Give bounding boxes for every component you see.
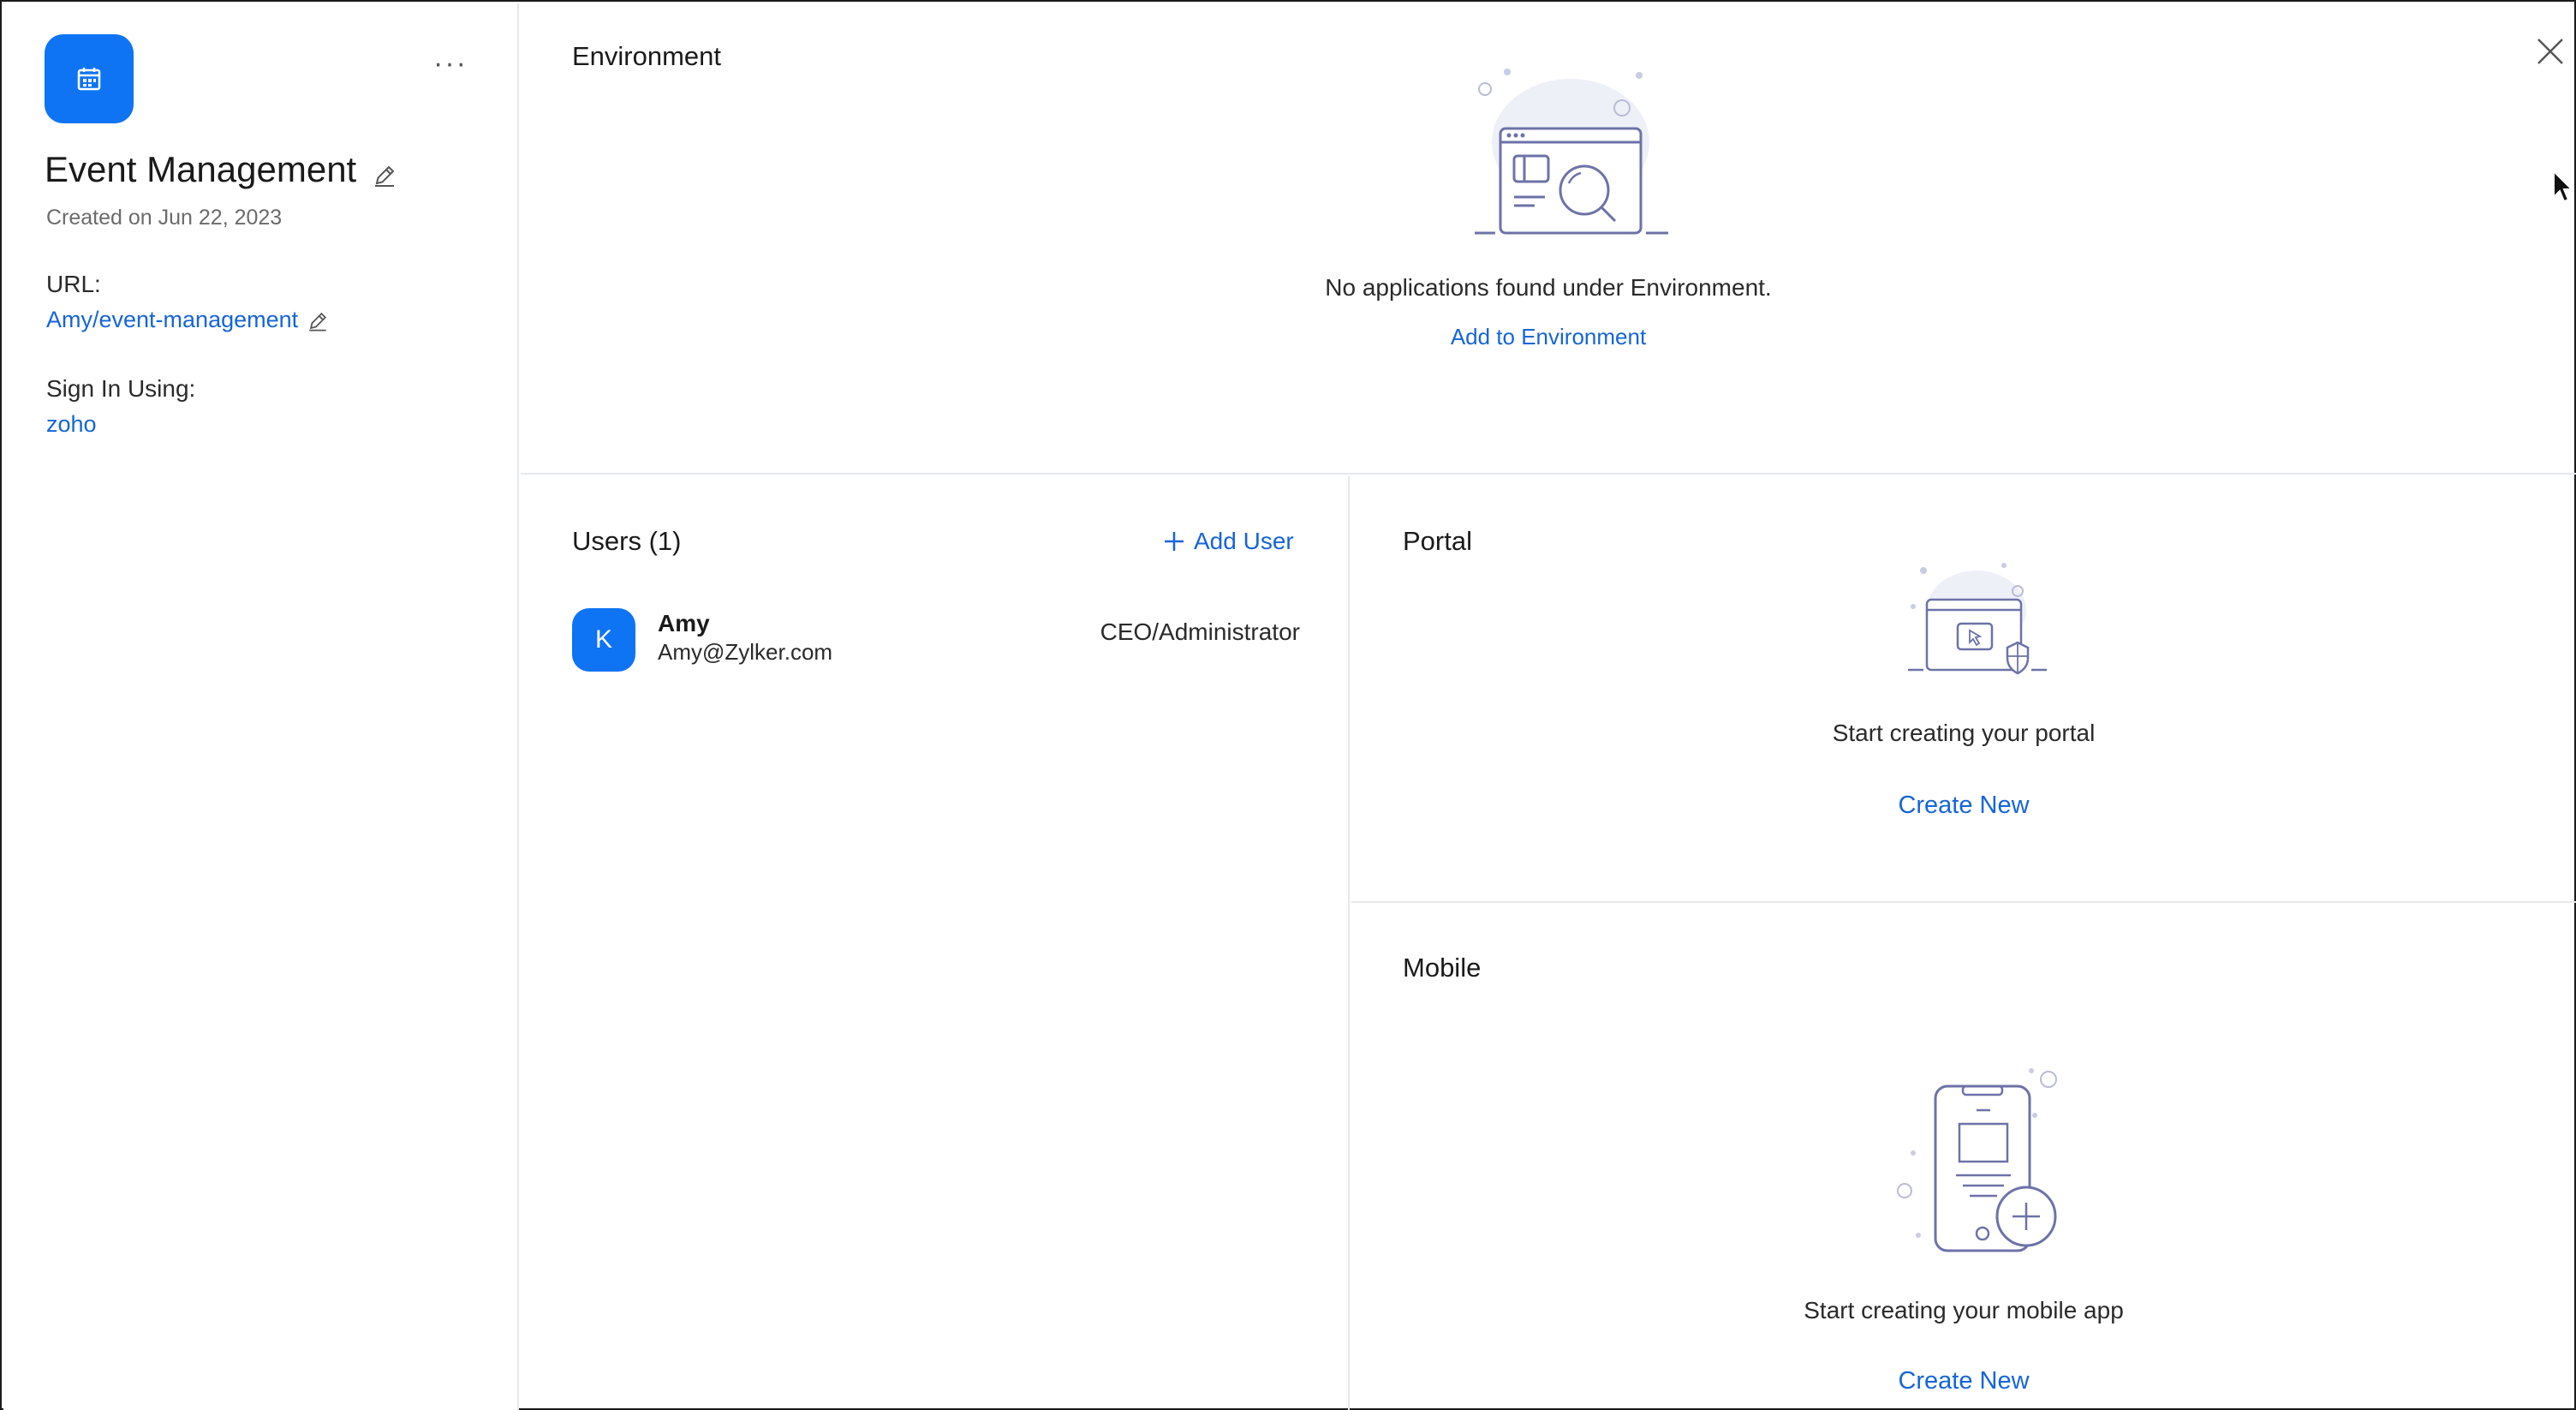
environment-section: Environment No applications found under … <box>521 3 2576 475</box>
more-options-button[interactable]: ··· <box>432 47 469 80</box>
avatar: K <box>572 608 635 672</box>
search-window-illustration-icon <box>1475 69 1668 235</box>
add-user-label: Add User <box>1194 528 1294 554</box>
calendar-icon <box>77 68 101 91</box>
mobile-title: Mobile <box>1403 953 1482 983</box>
url-label: URL: <box>46 271 101 297</box>
mobile-section: Mobile Start creating your mobile app Cr… <box>1351 905 2576 1410</box>
portal-create-wrap: Create New <box>1351 792 2576 820</box>
app-url-link[interactable]: Amy/event-management <box>46 307 298 333</box>
user-name: Amy <box>658 610 710 636</box>
users-title: Users (1) <box>572 526 682 556</box>
portal-illustration-icon <box>1908 563 2047 675</box>
users-section: Users (1) Add User K Amy Amy@Zylker.com … <box>521 476 1350 1410</box>
edit-url-pencil-icon[interactable] <box>305 308 331 334</box>
mobile-create-new-link[interactable]: Create New <box>1898 1367 2029 1395</box>
portal-title: Portal <box>1403 526 1472 556</box>
portal-section: Portal Start creating your portal Create… <box>1351 476 2576 903</box>
plus-icon <box>1165 532 1184 551</box>
app-details-panel: ··· Event Management Created on Jun 22, … <box>0 0 2576 1410</box>
add-to-environment-wrap: Add to Environment <box>521 324 2576 350</box>
portal-empty-message: Start creating your portal <box>1832 720 2096 746</box>
user-row[interactable]: K Amy Amy@Zylker.com CEO/Administrator <box>572 605 1300 673</box>
add-to-environment-link[interactable]: Add to Environment <box>1451 324 1646 350</box>
portal-create-new-link[interactable]: Create New <box>1898 792 2029 819</box>
mobile-app-illustration-icon <box>1897 1068 2057 1252</box>
mobile-empty-message: Start creating your mobile app <box>1804 1297 2124 1323</box>
sidebar: ··· Event Management Created on Jun 22, … <box>3 3 519 1410</box>
add-user-button[interactable]: Add User <box>1163 524 1294 559</box>
edit-title-pencil-icon[interactable] <box>370 161 399 190</box>
signin-method-link[interactable]: zoho <box>46 411 97 438</box>
environment-title: Environment <box>572 41 722 71</box>
signin-label: Sign In Using: <box>46 375 196 402</box>
created-date: Created on Jun 22, 2023 <box>46 206 283 230</box>
mobile-create-wrap: Create New <box>1351 1367 2576 1395</box>
app-icon <box>45 34 134 123</box>
app-title: Event Management <box>45 149 357 189</box>
mouse-cursor-icon <box>2553 170 2574 203</box>
user-email: Amy@Zylker.com <box>658 639 833 665</box>
environment-empty-message: No applications found under Environment. <box>1325 274 1772 301</box>
user-role: CEO/Administrator <box>1100 618 1300 645</box>
